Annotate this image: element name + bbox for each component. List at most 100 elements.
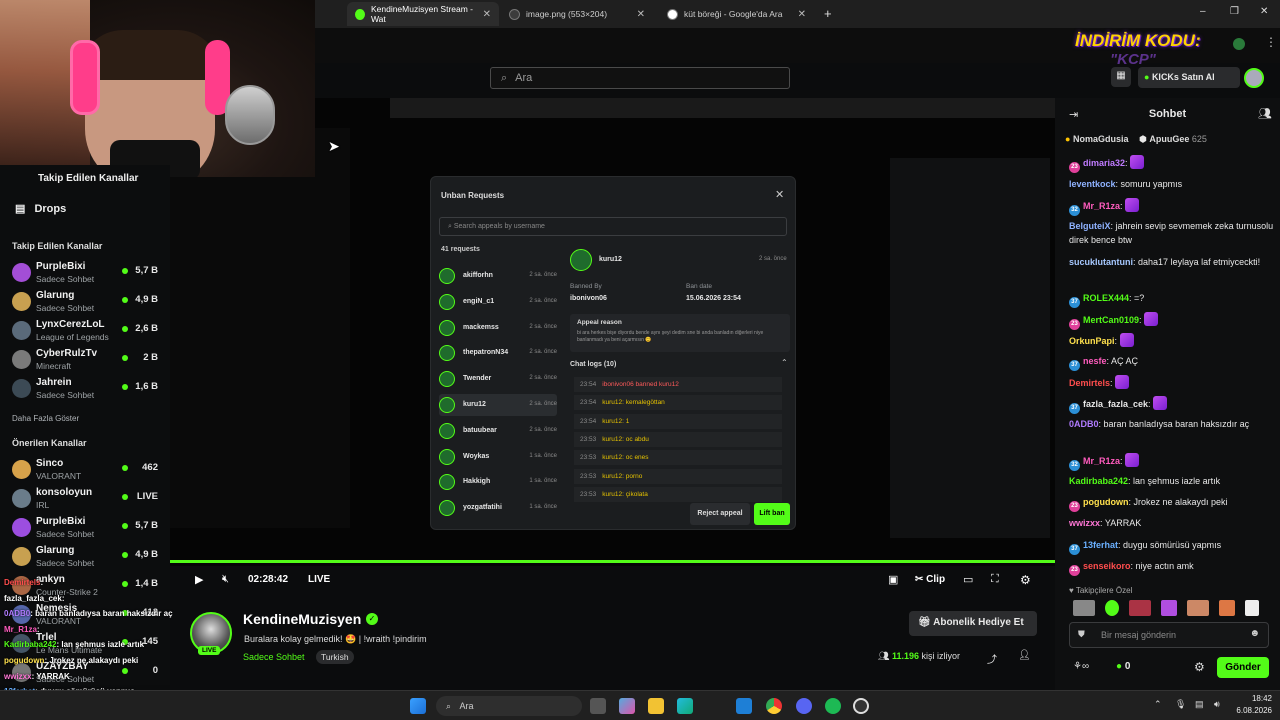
minimize-icon[interactable]: – [1200, 6, 1206, 17]
taskbar-search[interactable]: ⌕ Ara [436, 696, 582, 716]
mute-icon[interactable]: 🔇︎ [222, 573, 229, 586]
emote-strip [1073, 600, 1273, 616]
obs-icon[interactable] [853, 698, 869, 714]
tray-chevron-icon[interactable]: ⌃ [1154, 699, 1162, 710]
buy-kicks-button[interactable]: ● KICKs Satın Al [1138, 67, 1240, 88]
spotify-icon[interactable] [825, 698, 841, 714]
emote-icon[interactable] [1129, 600, 1151, 616]
fullscreen-icon[interactable]: ⛶ [991, 573, 999, 586]
emote-icon[interactable] [1105, 600, 1119, 616]
miniplayer-icon[interactable]: ▭ [963, 573, 973, 586]
close-tab-icon[interactable]: ✕ [798, 9, 806, 20]
reject-appeal-button[interactable]: Reject appeal [690, 503, 750, 525]
close-tab-icon[interactable]: ✕ [637, 9, 645, 20]
extension-icon[interactable] [1233, 38, 1245, 50]
chat-username[interactable]: 13ferhat [1083, 540, 1118, 550]
chat-username[interactable]: Mr_R1za [1083, 456, 1120, 466]
playback-progress-bar[interactable] [170, 560, 1055, 563]
user-avatar[interactable] [1244, 68, 1264, 88]
chat-username[interactable]: Kadirbaba242 [1069, 476, 1128, 486]
chat-username[interactable]: 0ADB0 [1069, 419, 1099, 429]
emote-icon[interactable] [1144, 312, 1159, 326]
chat-username[interactable]: pogudown [1083, 497, 1128, 507]
live-dot-icon [122, 465, 128, 471]
menu-dots-icon[interactable]: ⋮ [1265, 35, 1277, 49]
tab-image[interactable]: image.png (553×204) ✕ [501, 2, 653, 26]
emote-icon[interactable] [1219, 600, 1235, 616]
chat-username[interactable]: Demirtels [1069, 378, 1110, 388]
emote-icon[interactable] [1245, 600, 1259, 616]
channel-item[interactable]: konsoloyun IRL LIVE [12, 487, 162, 513]
emote-icon[interactable] [1187, 600, 1209, 616]
emote-icon[interactable] [1125, 453, 1140, 467]
windows-start-icon[interactable] [410, 698, 426, 714]
channel-viewers: 462 [142, 462, 158, 473]
edge-icon[interactable] [677, 698, 693, 714]
channel-item[interactable]: Sinco VALORANT 462 [12, 458, 162, 484]
volume-icon[interactable]: 🔊︎ [1214, 699, 1220, 710]
lift-ban-button[interactable]: Lift ban [754, 503, 790, 525]
search-input[interactable]: ⌕ Ara [490, 67, 790, 89]
tab-google[interactable]: küt böreği - Google'da Ara ✕ [659, 2, 814, 26]
chrome-icon[interactable] [766, 698, 782, 714]
new-tab-button[interactable]: + [824, 6, 832, 21]
follow-icon[interactable]: 👤︎ [1018, 650, 1031, 661]
clip-button[interactable]: ✂ Clip [915, 574, 945, 585]
live-indicator[interactable]: LIVE [308, 574, 330, 585]
chat-tools-icon[interactable]: ⚘∞ [1073, 661, 1089, 672]
clock-date[interactable]: 6.08.2026 [1230, 706, 1272, 715]
microphone-icon[interactable]: 🎙︎ [1175, 699, 1186, 710]
emoji-icon[interactable]: ☻ [1249, 628, 1260, 639]
channel-info: LIVE KendineMuzisyen ✓ Buralara kolay ge… [170, 600, 1055, 685]
tab-kick-stream[interactable]: KendineMuzisyen Stream - Wat ✕ [347, 2, 499, 26]
chat-username[interactable]: leventkock [1069, 179, 1116, 189]
gift-icon[interactable]: ▦ [1111, 67, 1131, 87]
discord-icon[interactable] [796, 698, 812, 714]
channel-item[interactable]: Glarung Sadece Sohbet 4,9 B [12, 545, 162, 571]
theater-icon[interactable]: ▣ [888, 573, 898, 586]
chat-username[interactable]: senseikoro [1083, 561, 1131, 571]
chat-username[interactable]: dimaria32 [1083, 158, 1125, 168]
log-time: 23:53 [580, 490, 597, 498]
gift-sub-button[interactable]: 🎁︎ Abonelik Hediye Et [909, 611, 1037, 636]
clock-time[interactable]: 18:42 [1238, 694, 1272, 703]
network-icon[interactable]: ▤ [1195, 699, 1204, 710]
settings-gear-icon[interactable]: ⚙ [1020, 573, 1031, 587]
chat-username[interactable]: Mr_R1za [1083, 201, 1120, 211]
subscriber-badge-icon: 37 [1069, 544, 1080, 555]
copilot-icon[interactable] [619, 698, 635, 714]
chat-username[interactable]: ROLEX444 [1083, 293, 1129, 303]
player-controls: ▶ 🔇︎ 02:28:42 LIVE ▣ ✂ Clip ▭ ⛶ ⚙ [170, 570, 1055, 592]
chat-username[interactable]: OrkunPapi [1069, 336, 1115, 346]
chat-username[interactable]: BelguteiX [1069, 221, 1111, 231]
share-icon[interactable]: ⤴ [987, 651, 997, 666]
channel-name[interactable]: KendineMuzisyen [243, 611, 361, 627]
category-link[interactable]: Sadece Sohbet [243, 652, 305, 662]
mail-icon[interactable] [736, 698, 752, 714]
emote-icon[interactable] [1115, 375, 1130, 389]
emote-icon[interactable] [1153, 396, 1168, 410]
channel-category: VALORANT [36, 471, 82, 481]
language-tag[interactable]: Turkish [316, 650, 354, 664]
kick-points[interactable]: ● 0 [1116, 661, 1130, 672]
emote-icon[interactable] [1161, 600, 1177, 616]
close-tab-icon[interactable]: ✕ [483, 9, 491, 20]
overlay-chat-sep: : [36, 624, 40, 634]
chat-username[interactable]: fazla_fazla_cek [1083, 399, 1148, 409]
maximize-icon[interactable]: ❐ [1230, 6, 1239, 17]
file-explorer-icon[interactable] [648, 698, 664, 714]
emote-icon[interactable] [1073, 600, 1095, 616]
chat-settings-gear-icon[interactable]: ⚙ [1194, 660, 1205, 674]
emote-icon[interactable] [1119, 333, 1134, 347]
chat-username[interactable]: sucukIutantuni [1069, 257, 1133, 267]
chat-message-input[interactable]: ⛊ Bir mesaj gönderin ☻ [1069, 622, 1269, 648]
chat-username[interactable]: nesfe [1083, 356, 1107, 366]
channel-item[interactable]: PurpleBixi Sadece Sohbet 5,7 B [12, 516, 162, 542]
emote-icon[interactable] [1125, 198, 1140, 212]
emote-icon[interactable] [1130, 155, 1145, 169]
chat-username[interactable]: MertCan0109 [1083, 315, 1139, 325]
chat-username[interactable]: wwizxx [1069, 518, 1100, 528]
send-button[interactable]: Gönder [1217, 657, 1269, 678]
task-view-icon[interactable] [590, 698, 606, 714]
close-window-icon[interactable]: ✕ [1260, 6, 1268, 17]
